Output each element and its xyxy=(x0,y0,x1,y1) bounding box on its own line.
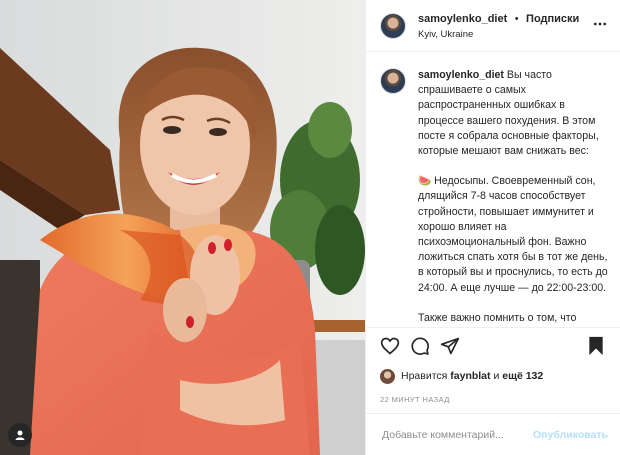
author-info: samoylenko_diet • Подписки Kyiv, Ukraine xyxy=(418,10,592,42)
user-tag-button[interactable] xyxy=(8,423,32,447)
caption-point-2: Также важно помнить о том, что гормон, о… xyxy=(418,311,577,324)
comment-input[interactable] xyxy=(380,427,534,442)
comment-form: Опубликовать xyxy=(366,413,620,455)
publish-button[interactable]: Опубликовать xyxy=(533,429,608,441)
share-button[interactable] xyxy=(438,334,462,358)
like-button[interactable] xyxy=(378,334,402,358)
caption-intro: Вы часто спрашиваете о самых распростран… xyxy=(418,69,599,158)
likes-summary: Нравится faynblat и ещё 132 xyxy=(366,363,620,387)
post-sidebar: samoylenko_diet • Подписки Kyiv, Ukraine… xyxy=(365,0,620,455)
heart-icon xyxy=(380,337,400,355)
instagram-post: samoylenko_diet • Подписки Kyiv, Ukraine… xyxy=(0,0,620,455)
post-header: samoylenko_diet • Подписки Kyiv, Ukraine xyxy=(366,0,620,52)
author-username[interactable]: samoylenko_diet xyxy=(418,13,507,25)
caption-text: samoylenko_diet Вы часто спрашиваете о с… xyxy=(418,68,608,327)
location-link[interactable]: Kyiv, Ukraine xyxy=(418,27,592,42)
liker-username[interactable]: faynblat xyxy=(450,370,490,382)
comment-button[interactable] xyxy=(408,334,432,358)
post-caption: samoylenko_diet Вы часто спрашиваете о с… xyxy=(366,52,620,327)
likes-count-link[interactable]: ещё 132 xyxy=(502,370,543,382)
post-timestamp[interactable]: 22 МИНУТ НАЗАД xyxy=(366,387,620,413)
likes-prefix: Нравится xyxy=(401,370,448,382)
more-options-button[interactable] xyxy=(592,16,608,35)
watermelon-emoji: 🍉 xyxy=(418,175,432,188)
portrait-illustration xyxy=(0,0,365,455)
action-bar xyxy=(366,327,620,363)
caption-avatar[interactable] xyxy=(380,68,406,94)
caption-username[interactable]: samoylenko_diet xyxy=(418,69,504,81)
separator-dot: • xyxy=(514,12,519,25)
caption-point-1: Недосыпы. Своевременный сон, длящийся 7-… xyxy=(418,175,608,294)
share-icon xyxy=(440,337,460,354)
bookmark-icon xyxy=(589,336,603,355)
following-button[interactable]: Подписки xyxy=(526,13,579,25)
save-button[interactable] xyxy=(584,334,608,358)
likes-and: и xyxy=(493,370,500,382)
comment-icon xyxy=(411,336,429,355)
more-options-icon xyxy=(594,22,606,26)
author-avatar[interactable] xyxy=(380,12,406,39)
liker-avatar[interactable] xyxy=(380,368,395,384)
user-tag-icon xyxy=(15,430,25,440)
post-photo[interactable] xyxy=(0,0,365,455)
